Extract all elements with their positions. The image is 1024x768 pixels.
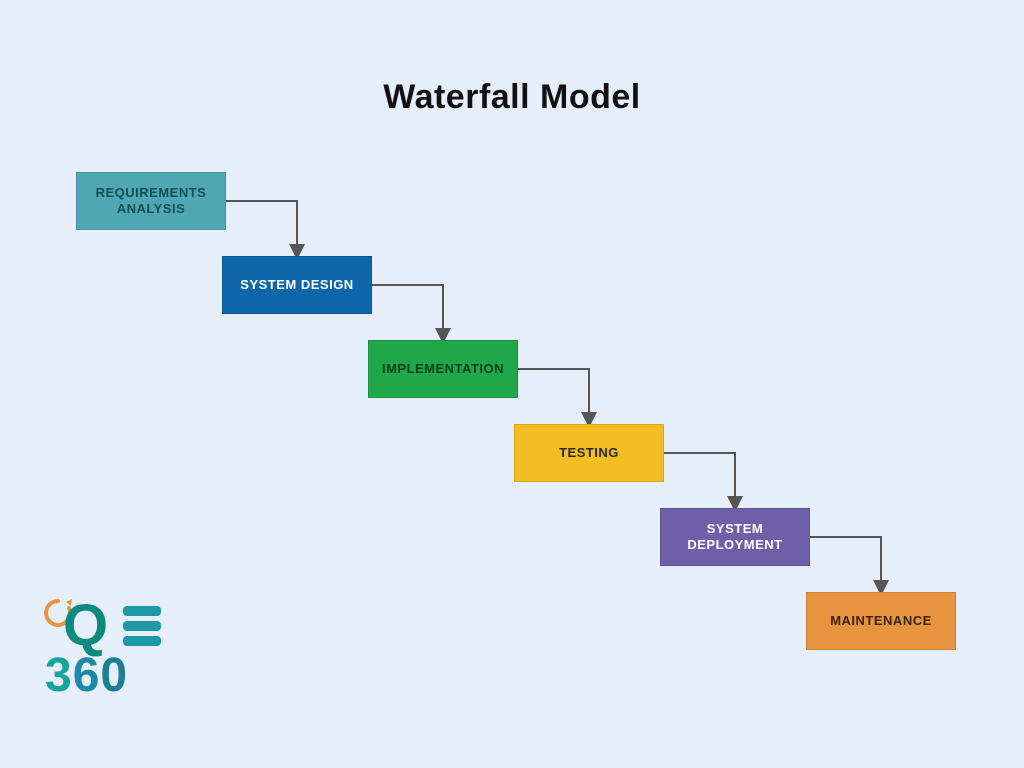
step-label: TESTING (559, 445, 619, 461)
arrow-implementation-to-testing (518, 369, 589, 424)
step-label: MAINTENANCE (830, 613, 932, 629)
arrow-testing-to-system-deployment (664, 453, 735, 508)
logo-digit-0: 0 (100, 649, 128, 702)
arrow-system-design-to-implementation (372, 285, 443, 340)
step-maintenance: MAINTENANCE (806, 592, 956, 650)
step-label: SYSTEM DESIGN (240, 277, 353, 293)
step-label: SYSTEM DEPLOYMENT (667, 521, 803, 554)
step-label: IMPLEMENTATION (382, 361, 504, 377)
arrow-system-deployment-to-maintenance (810, 537, 881, 592)
logo-digit-3: 3 (45, 649, 73, 702)
step-label: REQUIREMENTS ANALYSIS (83, 185, 219, 218)
logo-360: 360 (45, 648, 128, 703)
logo-digit-6: 6 (73, 649, 101, 702)
step-system-design: SYSTEM DESIGN (222, 256, 372, 314)
step-implementation: IMPLEMENTATION (368, 340, 518, 398)
step-system-deployment: SYSTEM DEPLOYMENT (660, 508, 810, 566)
qe360-logo: Q 360 (45, 598, 195, 708)
step-requirements-analysis: REQUIREMENTS ANALYSIS (76, 172, 226, 230)
logo-letter-e-icon (123, 606, 161, 651)
step-testing: TESTING (514, 424, 664, 482)
arrow-requirements-analysis-to-system-design (226, 201, 297, 256)
